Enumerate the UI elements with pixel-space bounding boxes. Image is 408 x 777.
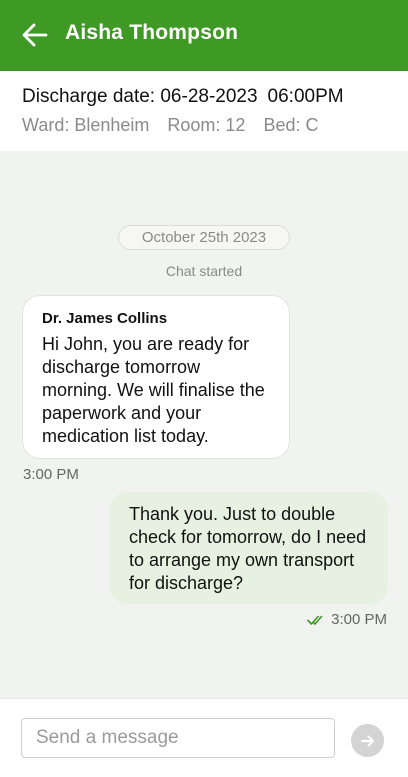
- chat-area[interactable]: October 25th 2023 Chat started Dr. James…: [0, 151, 408, 698]
- page-title: Aisha Thompson: [65, 21, 239, 44]
- chat-started-label: Chat started: [165, 263, 243, 279]
- app-header: Aisha Thompson: [0, 0, 408, 71]
- discharge-date: Discharge date: 06-28-2023: [22, 86, 258, 107]
- message-text: Thank you. Just to double check for tomo…: [129, 504, 367, 593]
- arrow-left-icon: [22, 23, 48, 47]
- ward-label: Ward: Blenheim: [22, 115, 150, 135]
- discharge-info: Discharge date: 06-28-2023 06:00PM: [22, 86, 344, 108]
- message-composer: [0, 698, 408, 777]
- discharge-time: 06:00PM: [267, 86, 344, 107]
- arrow-right-icon: [360, 734, 374, 747]
- outgoing-message-meta: 3:00 PM: [307, 611, 387, 628]
- incoming-message: Dr. James Collins Hi John, you are ready…: [22, 295, 290, 459]
- message-input[interactable]: [21, 718, 335, 758]
- send-button[interactable]: [351, 724, 384, 757]
- message-timestamp: 3:00 PM: [23, 466, 79, 483]
- message-sender: Dr. James Collins: [42, 310, 168, 327]
- location-info: Ward: Blenheim Room: 12 Bed: C: [22, 115, 336, 136]
- message-timestamp: 3:00 PM: [331, 611, 387, 628]
- patient-info: Discharge date: 06-28-2023 06:00PM Ward: …: [0, 71, 408, 151]
- message-text: Hi John, you are ready for discharge tom…: [42, 334, 265, 446]
- double-check-icon: [307, 614, 325, 626]
- outgoing-message: Thank you. Just to double check for tomo…: [109, 492, 388, 604]
- room-label: Room: 12: [167, 115, 246, 135]
- bed-label: Bed: C: [263, 115, 319, 135]
- date-separator: October 25th 2023: [118, 225, 290, 250]
- back-button[interactable]: [20, 20, 50, 50]
